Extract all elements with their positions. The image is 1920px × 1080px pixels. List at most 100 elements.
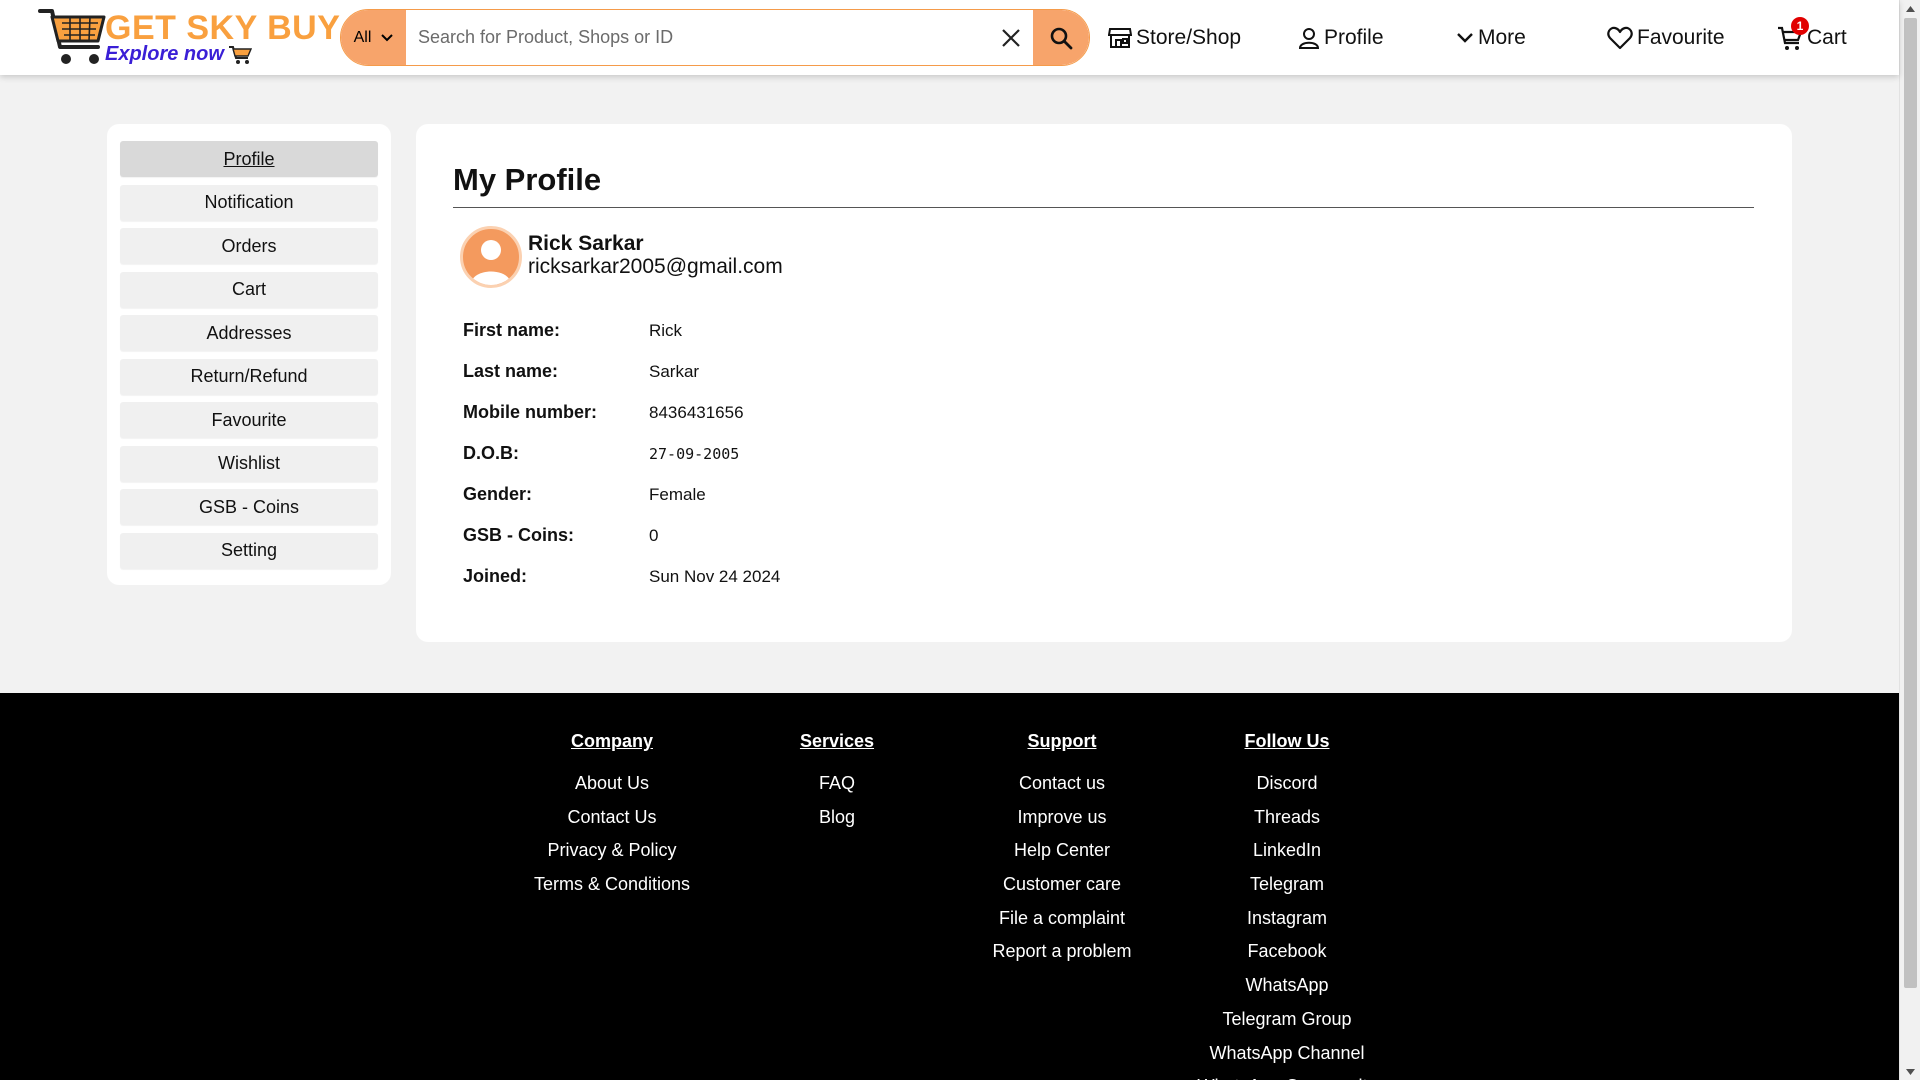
footer-link[interactable]: Telegram xyxy=(1167,868,1407,902)
detail-value: Female xyxy=(649,484,706,504)
sidebar-item-addresses[interactable]: Addresses xyxy=(120,315,378,351)
person-icon xyxy=(1298,28,1320,49)
site-logo[interactable]: GET SKY BUY Explore now xyxy=(38,5,340,71)
detail-row-gender: Gender: Female xyxy=(463,474,780,515)
search-category-select[interactable]: All xyxy=(341,10,406,65)
footer-link[interactable]: File a complaint xyxy=(942,902,1182,936)
footer-link[interactable]: About Us xyxy=(492,767,732,801)
footer-link[interactable]: WhatsApp Channel xyxy=(1167,1037,1407,1071)
nav-profile-label: Profile xyxy=(1324,26,1384,49)
close-icon xyxy=(1002,28,1020,47)
user-avatar-icon xyxy=(471,240,511,285)
store-icon xyxy=(1108,28,1132,48)
detail-row-dob: D.O.B: 27-09-2005 xyxy=(463,433,780,474)
nav-store-label: Store/Shop xyxy=(1136,26,1242,49)
detail-value: 27-09-2005 xyxy=(649,444,740,463)
sidebar-item-orders[interactable]: Orders xyxy=(120,228,378,264)
user-email: ricksarkar2005@gmail.com xyxy=(528,255,783,278)
footer-link[interactable]: Terms & Conditions xyxy=(492,868,732,902)
footer-link[interactable]: Improve us xyxy=(942,801,1182,835)
heart-icon xyxy=(1607,26,1633,50)
footer-heading[interactable]: Support xyxy=(942,728,1182,755)
detail-label: Last name: xyxy=(463,361,559,381)
footer-column-services: Services FAQ Blog xyxy=(717,728,957,834)
detail-row-gsb-coins: GSB - Coins: 0 xyxy=(463,515,780,556)
sidebar-item-favourite[interactable]: Favourite xyxy=(120,402,378,438)
sidebar-item-wishlist[interactable]: Wishlist xyxy=(120,445,378,482)
detail-value: 8436431656 xyxy=(649,402,744,422)
nav-cart-label: Cart xyxy=(1807,26,1847,49)
detail-label: Gender: xyxy=(463,484,533,504)
footer-link[interactable]: Threads xyxy=(1167,801,1407,835)
detail-label: D.O.B: xyxy=(463,443,519,463)
clear-search-button[interactable] xyxy=(986,10,1036,65)
profile-details: First name: Rick Last name: Sarkar Mobil… xyxy=(463,310,780,597)
scroll-down-button[interactable] xyxy=(1900,1063,1920,1080)
top-header: GET SKY BUY Explore now All Store/Shop P… xyxy=(0,0,1899,75)
sidebar-item-return-refund[interactable]: Return/Refund xyxy=(120,358,378,395)
chevron-down-icon xyxy=(1457,33,1473,43)
detail-value: Sarkar xyxy=(649,361,700,381)
sidebar-item-cart[interactable]: Cart xyxy=(120,271,378,308)
search-icon xyxy=(1050,27,1073,49)
footer-link[interactable]: Customer care xyxy=(942,868,1182,902)
nav-cart[interactable]: 1 Cart xyxy=(1777,17,1847,54)
search-button[interactable] xyxy=(1033,10,1089,65)
detail-label: Mobile number: xyxy=(463,402,597,422)
chevron-down-icon xyxy=(381,33,394,41)
footer-link[interactable]: Privacy & Policy xyxy=(492,834,732,868)
footer-link[interactable]: Telegram Group xyxy=(1167,1003,1407,1037)
footer-link[interactable]: Help Center xyxy=(942,834,1182,868)
footer-heading[interactable]: Services xyxy=(717,728,957,755)
avatar xyxy=(460,226,522,288)
footer-link[interactable]: Instagram xyxy=(1167,902,1407,936)
user-name: Rick Sarkar xyxy=(528,232,644,255)
title-divider xyxy=(453,207,1754,208)
nav-more-label: More xyxy=(1478,26,1526,49)
footer-heading[interactable]: Follow Us xyxy=(1167,728,1407,755)
profile-sidebar: Profile Notification Orders Cart Address… xyxy=(107,124,391,585)
footer-link[interactable]: WhatsApp xyxy=(1167,969,1407,1003)
detail-value: Rick xyxy=(649,320,683,340)
footer-column-support: Support Contact us Improve us Help Cente… xyxy=(942,728,1182,969)
footer-link[interactable]: Report a problem xyxy=(942,935,1182,969)
detail-label: First name: xyxy=(463,320,561,340)
sidebar-item-notification[interactable]: Notification xyxy=(120,184,378,221)
footer-link[interactable]: Facebook xyxy=(1167,935,1407,969)
search-input[interactable] xyxy=(406,10,986,65)
footer-column-company: Company About Us Contact Us Privacy & Po… xyxy=(492,728,732,902)
footer-column-follow-us: Follow Us Discord Threads LinkedIn Teleg… xyxy=(1167,728,1407,1080)
nav-more[interactable]: More xyxy=(1456,22,1526,54)
footer-link[interactable]: Contact Us xyxy=(492,801,732,835)
profile-panel: My Profile Rick Sarkar ricksarkar2005@gm… xyxy=(416,124,1792,642)
mini-cart-icon xyxy=(229,46,252,64)
footer-link[interactable]: FAQ xyxy=(717,767,957,801)
page-title: My Profile xyxy=(453,162,602,197)
shopping-cart-logo-icon xyxy=(38,9,106,64)
nav-favourite-label: Favourite xyxy=(1637,26,1725,49)
sidebar-item-gsb-coins[interactable]: GSB - Coins xyxy=(120,489,378,525)
triangle-down-icon xyxy=(1906,1068,1915,1075)
detail-label: GSB - Coins: xyxy=(463,525,574,545)
sidebar-item-setting[interactable]: Setting xyxy=(120,532,378,569)
footer-link[interactable]: WhatsApp Community xyxy=(1167,1070,1407,1080)
detail-row-mobile: Mobile number: 8436431656 xyxy=(463,392,780,433)
footer-heading[interactable]: Company xyxy=(492,728,732,755)
nav-profile[interactable]: Profile xyxy=(1298,22,1384,54)
footer-link[interactable]: Contact us xyxy=(942,767,1182,801)
page-scrollbar[interactable] xyxy=(1899,0,1920,1080)
footer-link[interactable]: LinkedIn xyxy=(1167,834,1407,868)
cart-count-badge: 1 xyxy=(1791,17,1809,35)
scroll-up-button[interactable] xyxy=(1900,0,1920,17)
nav-favourite[interactable]: Favourite xyxy=(1607,22,1725,54)
footer-link[interactable]: Blog xyxy=(717,801,957,835)
nav-store-shop[interactable]: Store/Shop xyxy=(1108,22,1241,54)
search-bar: All xyxy=(340,9,1090,66)
footer-link[interactable]: Discord xyxy=(1167,767,1407,801)
sidebar-item-profile[interactable]: Profile xyxy=(120,141,378,177)
search-category-label: All xyxy=(353,28,372,46)
detail-label: Joined: xyxy=(463,566,528,586)
scroll-thumb[interactable] xyxy=(1904,18,1917,988)
triangle-up-icon xyxy=(1906,5,1915,12)
detail-value: Sun Nov 24 2024 xyxy=(649,566,781,586)
